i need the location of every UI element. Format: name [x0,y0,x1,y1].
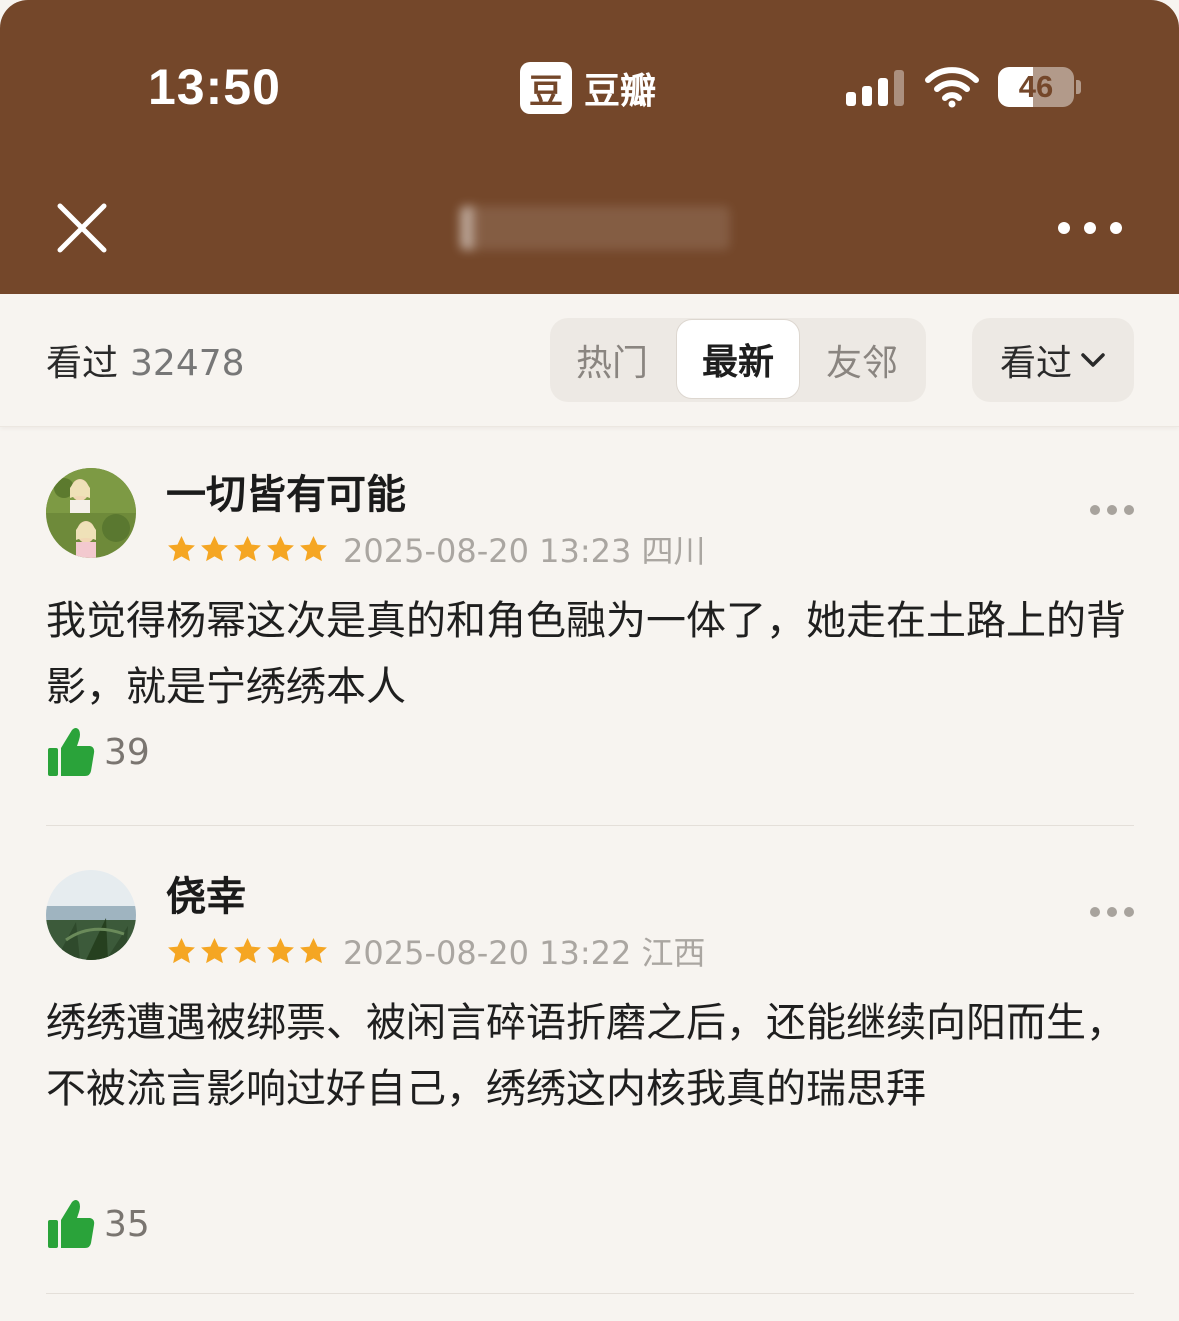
review-text: 绣绣遭遇被绑票、被闲言碎语折磨之后，还能继续向阳而生，不被流言影响过好自己，绣绣… [46,1000,1126,1112]
dot [1124,907,1134,917]
rating-stars [166,936,329,967]
star-icon [267,937,294,963]
thumbs-up-icon [48,728,95,776]
battery-percent: 46 [1018,69,1054,104]
tab-hot[interactable]: 热门 [550,318,674,402]
avatar-image [46,870,136,960]
star-icon [300,937,327,963]
like-count: 39 [104,731,150,773]
dot [1110,222,1122,234]
like-count: 35 [104,1203,150,1245]
review-datetime-location: 2025-08-20 13:22 江西 [343,934,706,972]
star-icon [201,535,228,561]
star-icon [267,535,294,561]
douban-logo-icon: 豆 [520,62,572,114]
star-icon [234,535,261,561]
username[interactable]: 侥幸 [166,870,246,924]
star-icon [168,937,195,963]
more-icon[interactable] [1058,220,1122,236]
review-item: 一切皆有可能 2025-08-20 13:23 四川 我觉得杨幂这次是真的和角色… [46,468,1134,798]
tab-latest[interactable]: 最新 [676,319,800,399]
like-button[interactable]: 35 [46,1198,150,1250]
cellular-signal-icon [846,70,904,106]
avatar-image [46,468,136,558]
divider [46,825,1134,826]
dot [1090,505,1100,515]
star-icon [234,937,261,963]
chevron-down-icon [1081,353,1105,367]
review-item: 侥幸 2025-08-20 13:22 江西 绣绣遭遇被绑票、被闲言碎语折磨之后… [46,870,1134,1270]
watched-count: 看过 32478 [46,334,245,386]
avatar[interactable] [46,870,136,960]
more-icon[interactable] [1090,504,1134,516]
more-icon[interactable] [1090,906,1134,918]
battery-indicator: 46 [998,67,1074,107]
watched-label: 看过 [46,343,119,384]
app-name: 豆瓣 [584,71,657,112]
divider [46,1293,1134,1294]
username[interactable]: 一切皆有可能 [166,468,406,522]
review-meta: 2025-08-20 13:23 四川 [166,526,706,572]
dot [1107,505,1117,515]
sort-segmented-control: 热门 最新 友邻 [550,318,926,402]
app-header: 13:50 豆 豆瓣 46 [0,0,1179,294]
review-meta: 2025-08-20 13:22 江西 [166,928,706,974]
dot [1058,222,1070,234]
star-icon [168,535,195,561]
wifi-icon [925,67,979,108]
review-text: 我觉得杨幂这次是真的和角色融为一体了，她走在土路上的背影，就是宁绣绣本人 [46,598,1126,710]
close-icon[interactable] [56,202,108,254]
rating-stars [166,534,329,565]
filter-bar: 看过 32478 热门 最新 友邻 看过 [0,294,1179,427]
review-datetime-location: 2025-08-20 13:23 四川 [343,532,706,570]
watched-number: 32478 [130,343,245,384]
dot [1084,222,1096,234]
star-icon [201,937,228,963]
star-icon [300,535,327,561]
status-dropdown[interactable]: 看过 [972,318,1134,402]
battery-tip [1076,80,1081,94]
status-time: 13:50 [148,59,281,115]
avatar[interactable] [46,468,136,558]
page-title-blurred [460,206,730,250]
dot [1090,907,1100,917]
like-button[interactable]: 39 [46,726,150,778]
dot [1124,505,1134,515]
tab-friends[interactable]: 友邻 [800,318,924,402]
app-brand: 豆 豆瓣 [520,62,656,114]
thumbs-up-icon [48,1200,95,1248]
dropdown-label: 看过 [999,343,1072,384]
dot [1107,907,1117,917]
